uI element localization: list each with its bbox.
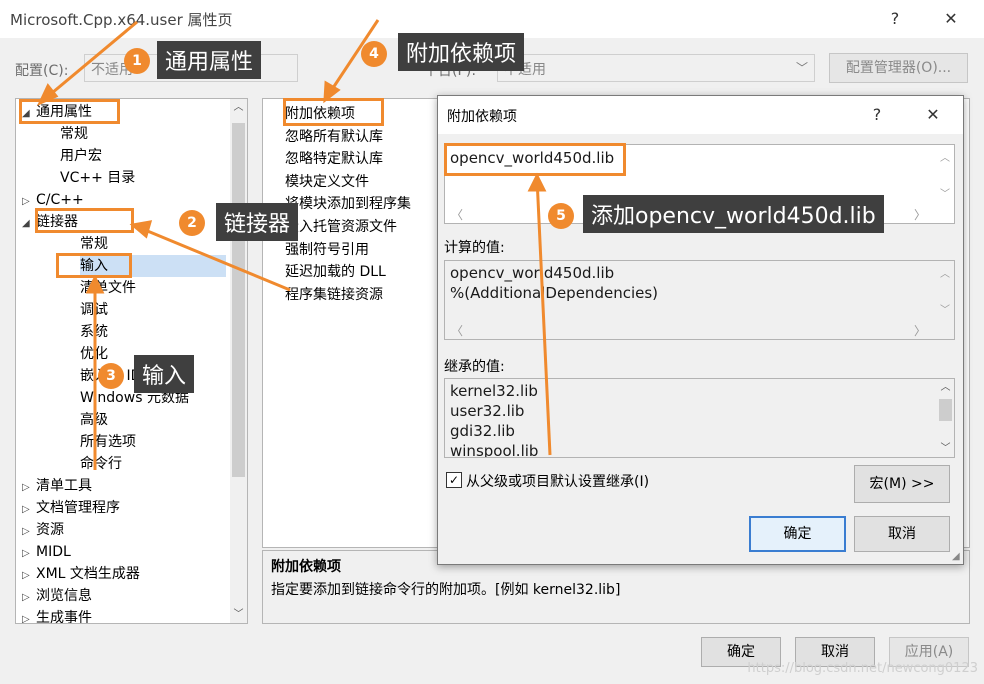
highlight-edit-value — [444, 143, 626, 176]
highlight-linker — [35, 208, 134, 233]
highlight-input — [56, 253, 132, 278]
watermark: https://blog.csdn.net/newcong0123 — [747, 661, 978, 676]
callout-number: 2 — [179, 210, 205, 236]
highlight-additional-deps — [283, 98, 384, 126]
callout-label: 通用属性 — [157, 41, 262, 79]
arrowhead-3 — [85, 274, 105, 294]
highlight-general-properties — [19, 99, 120, 124]
callout-label: 链接器 — [216, 203, 299, 241]
callout-number: 3 — [98, 363, 124, 389]
callout-number: 4 — [361, 41, 387, 67]
callout-label: 添加opencv_world450d.lib — [583, 195, 884, 233]
arrowhead-2 — [129, 220, 153, 239]
callout-number: 1 — [124, 48, 150, 74]
callout-number: 5 — [548, 203, 574, 229]
arrowhead-5 — [527, 172, 547, 192]
callout-label: 输入 — [134, 355, 195, 393]
callout-label: 附加依赖项 — [398, 33, 525, 71]
annotation-arrows — [36, 19, 552, 470]
arrow-1 — [39, 20, 138, 105]
